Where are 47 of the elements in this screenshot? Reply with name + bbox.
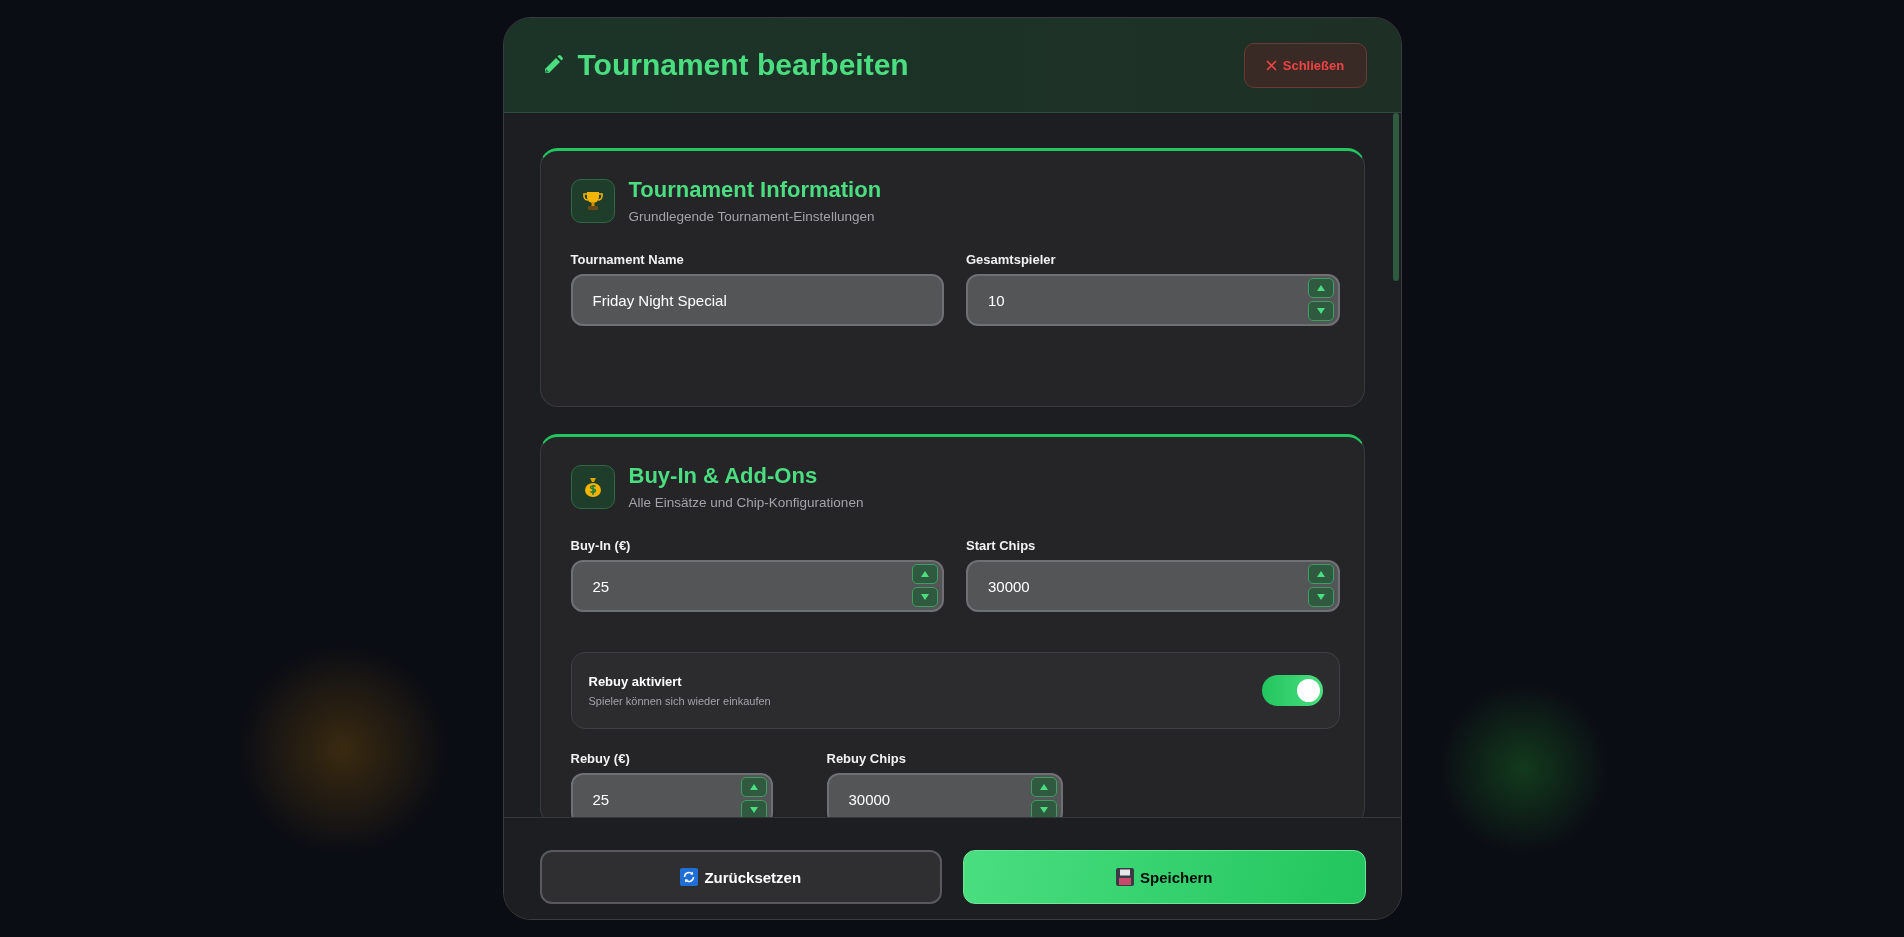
close-icon [1265,59,1277,71]
field-label: Rebuy Chips [826,751,907,766]
decrement-button[interactable] [1307,587,1334,607]
caret-down-icon [1316,308,1325,314]
field-label: Gesamtspieler [966,252,1057,267]
decrement-button[interactable] [740,800,767,817]
close-button[interactable]: Schließen [1243,42,1367,88]
caret-up-icon [921,571,929,577]
caret-up-icon [1316,571,1325,577]
caret-up-icon [1039,784,1048,790]
refresh-icon [680,868,699,886]
increment-button[interactable] [740,777,767,797]
scrollbar-thumb[interactable] [1392,113,1399,281]
reset-button[interactable]: Zurücksetzen [539,850,942,904]
decrement-button[interactable] [1307,301,1334,321]
decrement-button[interactable] [912,587,938,607]
dialog-title: Tournament bearbeiten [577,48,909,82]
caret-down-icon [1316,594,1325,600]
section-subtitle: Alle Einsätze und Chip-Konfigurationen [628,495,864,510]
input-field[interactable]: Friday Night Special [570,274,944,326]
increment-button[interactable] [1307,278,1334,298]
caret-up-icon [749,784,758,790]
section-subtitle: Grundlegende Tournament-Einstellungen [628,209,876,224]
input-field[interactable]: 10 [966,274,1340,326]
input-field[interactable]: 25 [570,773,773,817]
input-field[interactable]: 30000 [826,773,1063,817]
trophy-icon [581,189,604,212]
caret-up-icon [1316,285,1325,291]
increment-button[interactable] [912,564,938,584]
setting-description: Spieler können sich wieder einkaufen [588,695,771,707]
increment-button[interactable] [1030,777,1057,797]
caret-down-icon [749,807,758,813]
field-label: Tournament Name [570,252,685,267]
toggle-switch[interactable] [1261,675,1323,706]
caret-down-icon [921,594,929,600]
caret-down-icon [1039,807,1048,813]
increment-button[interactable] [1307,564,1334,584]
decrement-button[interactable] [1030,800,1057,817]
section-title: Buy-In & Add-Ons [628,463,819,489]
input-field[interactable]: 30000 [966,560,1340,612]
input-field[interactable]: 25 [570,560,944,612]
section-title: Tournament Information [628,177,882,203]
save-button[interactable]: Speichern [963,850,1366,904]
field-label: Rebuy (€) [570,751,631,766]
setting-title: Rebuy aktiviert [588,674,683,689]
field-label: Buy-In (€) [570,538,632,553]
field-label: Start Chips [966,538,1037,553]
